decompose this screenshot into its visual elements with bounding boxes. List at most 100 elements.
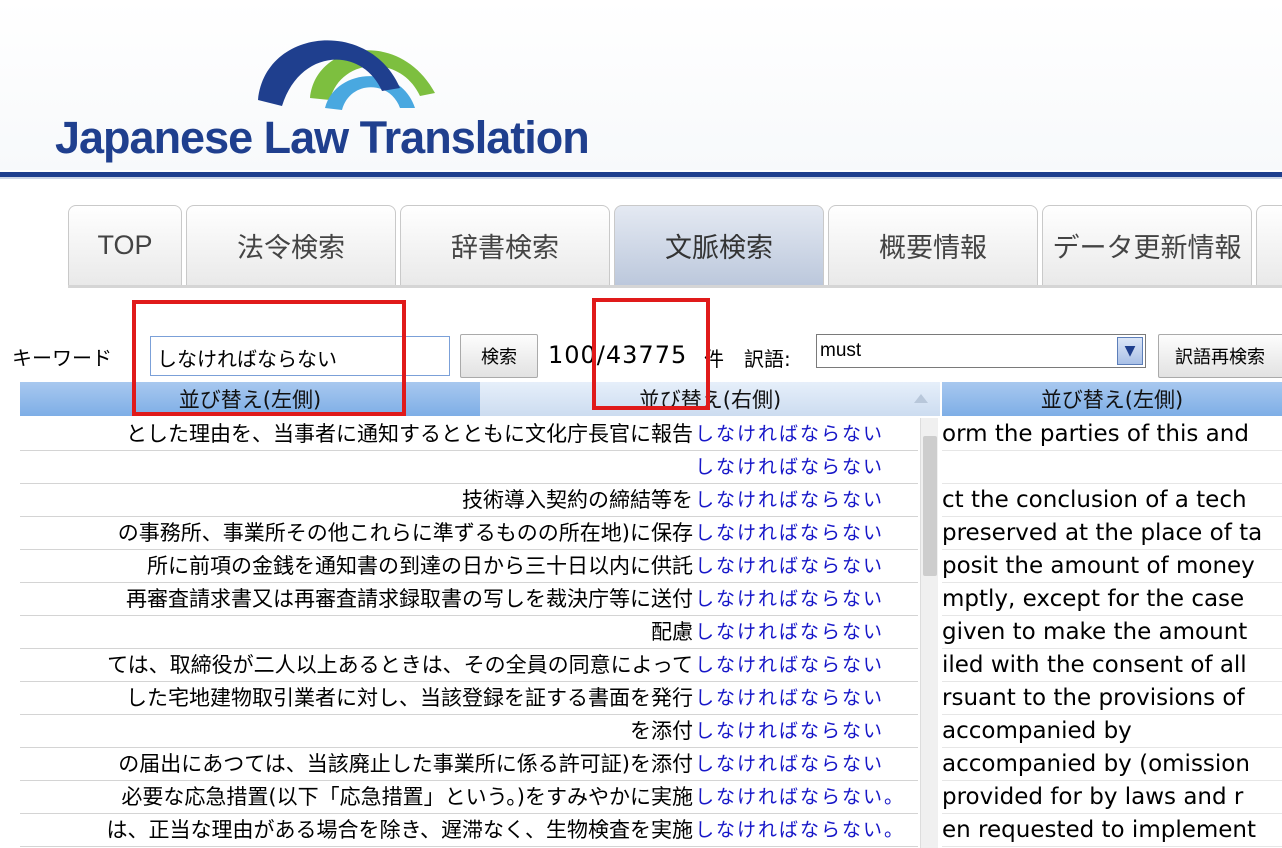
table-row: 配慮 しなければならない <box>20 616 918 649</box>
jp-context-cell: 配慮 <box>20 616 693 648</box>
en-context-text: orm the parties of this and <box>942 421 1249 447</box>
jp-context-text: を添付 <box>630 719 693 743</box>
jp-context-cell: を添付 <box>20 715 693 747</box>
jp-context-text: とした理由を、当事者に通知するとともに文化庁長官に報告 <box>126 422 693 446</box>
table-row: 再審査請求書又は再審査請求録取書の写しを裁決庁等に送付 しなければならない <box>20 583 918 616</box>
keyword-match-cell[interactable]: しなければならない <box>693 550 918 582</box>
jp-context-text: の事務所、事業所その他これらに準ずるものの所在地)に保存 <box>117 521 693 545</box>
jp-context-text: 再審査請求書又は再審査請求録取書の写しを裁決庁等に送付 <box>126 587 693 611</box>
jp-context-cell: とした理由を、当事者に通知するとともに文化庁長官に報告 <box>20 418 693 450</box>
en-context-cell: en requested to implement <box>942 814 1282 847</box>
jp-context-text: 技術導入契約の締結等を <box>462 488 693 512</box>
sort-up-icon <box>914 394 928 403</box>
logo-arches-icon <box>258 40 435 110</box>
en-context-cell: provided for by laws and r <box>942 781 1282 814</box>
tab-top[interactable]: TOP <box>68 205 182 285</box>
keyword-match-cell[interactable]: しなければならない <box>693 715 918 747</box>
translation-research-button[interactable]: 訳語再検索 <box>1158 334 1282 378</box>
jp-context-cell: の届出にあつては、当該廃止した事業所に係る許可証)を添付 <box>20 748 693 780</box>
en-context-cell: orm the parties of this and <box>942 418 1282 451</box>
en-context-text: preserved at the place of ta <box>942 520 1263 546</box>
site-header: Japanese Law Translation <box>0 0 1282 170</box>
keyword-match-cell[interactable]: しなければならない <box>693 616 918 648</box>
keyword-match-cell[interactable]: しなければならない <box>693 418 918 450</box>
kwic-results-table: 並び替え(左側) 並び替え(右側) 並び替え(左側) とした理由を、当事者に通知… <box>20 382 1282 848</box>
jp-context-text: した宅地建物取引業者に対し、当該登録を証する書面を発行 <box>126 686 693 710</box>
jp-context-text: 配慮 <box>651 620 693 644</box>
tab-dictionary-search[interactable]: 辞書検索 <box>400 205 610 285</box>
highlight-box-keyword <box>132 300 406 416</box>
jp-rows: とした理由を、当事者に通知するとともに文化庁長官に報告 しなければならない しなけれ… <box>20 418 918 847</box>
logo-text[interactable]: Japanese Law Translation <box>55 112 590 164</box>
jp-context-text: は、正当な理由がある場合を除き、遅滞なく、生物検査を実施 <box>106 818 693 842</box>
en-context-cell: rsuant to the provisions of <box>942 682 1282 715</box>
en-context-text: accompanied by (omission <box>942 751 1250 777</box>
en-context-text: given to make the amount <box>942 619 1248 645</box>
table-row: の届出にあつては、当該廃止した事業所に係る許可証)を添付 しなければならない <box>20 748 918 781</box>
en-context-text: ct the conclusion of a tech <box>942 487 1247 513</box>
jp-context-text: の届出にあつては、当該廃止した事業所に係る許可証)を添付 <box>118 752 693 776</box>
tab-overview[interactable]: 概要情報 <box>828 205 1038 285</box>
table-row: 技術導入契約の締結等を しなければならない <box>20 484 918 517</box>
en-context-cell <box>942 451 1282 484</box>
en-context-cell: posit the amount of money <box>942 550 1282 583</box>
vertical-scrollbar[interactable] <box>920 418 939 848</box>
en-context-cell: preserved at the place of ta <box>942 517 1282 550</box>
table-row: した宅地建物取引業者に対し、当該登録を証する書面を発行 しなければならない <box>20 682 918 715</box>
en-context-text: iled with the consent of all <box>942 652 1247 678</box>
keyword-match-cell[interactable]: しなければならない <box>693 748 918 780</box>
en-rows: orm the parties of this and ct the conclu… <box>942 418 1282 847</box>
en-context-cell: given to make the amount <box>942 616 1282 649</box>
keyword-match-cell[interactable]: しなければならない。 <box>693 781 918 813</box>
jp-context-cell: 再審査請求書又は再審査請求録取書の写しを裁決庁等に送付 <box>20 583 693 615</box>
jp-context-cell: は、正当な理由がある場合を除き、遅滞なく、生物検査を実施 <box>20 814 693 846</box>
keyword-match-cell[interactable]: しなければならない <box>693 583 918 615</box>
en-context-text: en requested to implement <box>942 817 1257 843</box>
jp-context-cell: 技術導入契約の締結等を <box>20 484 693 516</box>
jp-context-cell: ては、取締役が二人以上あるときは、その全員の同意によって <box>20 649 693 681</box>
header-divider-shadow <box>0 177 1282 179</box>
en-context-cell: accompanied by (omission <box>942 748 1282 781</box>
sort-right-header[interactable]: 並び替え(右側) <box>480 382 940 416</box>
table-row: の事務所、事業所その他これらに準ずるものの所在地)に保存 しなければならない <box>20 517 918 550</box>
jp-context-text: ては、取締役が二人以上あるときは、その全員の同意によって <box>107 653 693 677</box>
keyword-match-cell[interactable]: しなければならない <box>693 682 918 714</box>
keyword-match-cell[interactable]: しなければならない。 <box>693 814 918 846</box>
keyword-match-cell[interactable]: しなければならない <box>693 517 918 549</box>
en-context-cell: ct the conclusion of a tech <box>942 484 1282 517</box>
jp-context-cell: 所に前項の金銭を通知書の到達の日から三十日以内に供託 <box>20 550 693 582</box>
highlight-box-count <box>592 298 710 410</box>
sort-left-header-en[interactable]: 並び替え(左側) <box>942 382 1282 416</box>
table-row: とした理由を、当事者に通知するとともに文化庁長官に報告 しなければならない <box>20 418 918 451</box>
keyword-match-cell[interactable]: しなければならない <box>693 451 918 483</box>
translation-select[interactable]: must ▼ <box>816 334 1146 368</box>
tab-context-search[interactable]: 文脈検索 <box>614 205 824 285</box>
jp-context-cell: 必要な応急措置(以下「応急措置」という。)をすみやかに実施 <box>20 781 693 813</box>
keyword-label: キーワード <box>12 346 112 370</box>
table-row: ては、取締役が二人以上あるときは、その全員の同意によって しなければならない <box>20 649 918 682</box>
keyword-match-cell[interactable]: しなければならない <box>693 649 918 681</box>
en-context-text: accompanied by <box>942 718 1132 744</box>
tabbar-bottom-line <box>68 285 1282 288</box>
translation-label: 訳語: <box>744 347 791 371</box>
jp-context-cell <box>20 451 693 483</box>
en-context-cell: accompanied by <box>942 715 1282 748</box>
scrollbar-thumb[interactable] <box>923 436 937 576</box>
tab-more[interactable] <box>1256 205 1282 285</box>
dropdown-arrow-icon[interactable]: ▼ <box>1117 337 1143 365</box>
tab-data-updates[interactable]: データ更新情報 <box>1042 205 1252 285</box>
jp-context-cell: した宅地建物取引業者に対し、当該登録を証する書面を発行 <box>20 682 693 714</box>
translation-select-value: must <box>820 340 862 361</box>
en-context-cell: iled with the consent of all <box>942 649 1282 682</box>
en-context-text: provided for by laws and r <box>942 784 1244 810</box>
table-row: しなければならない <box>20 451 918 484</box>
en-context-cell: mptly, except for the case <box>942 583 1282 616</box>
keyword-match-cell[interactable]: しなければならない <box>693 484 918 516</box>
table-row: を添付 しなければならない <box>20 715 918 748</box>
en-context-text: mptly, except for the case <box>942 586 1245 612</box>
jp-context-cell: の事務所、事業所その他これらに準ずるものの所在地)に保存 <box>20 517 693 549</box>
table-row: 必要な応急措置(以下「応急措置」という。)をすみやかに実施 しなければならない。 <box>20 781 918 814</box>
tab-law-search[interactable]: 法令検索 <box>186 205 396 285</box>
en-context-text: posit the amount of money <box>942 553 1255 579</box>
search-button[interactable]: 検索 <box>460 334 538 378</box>
